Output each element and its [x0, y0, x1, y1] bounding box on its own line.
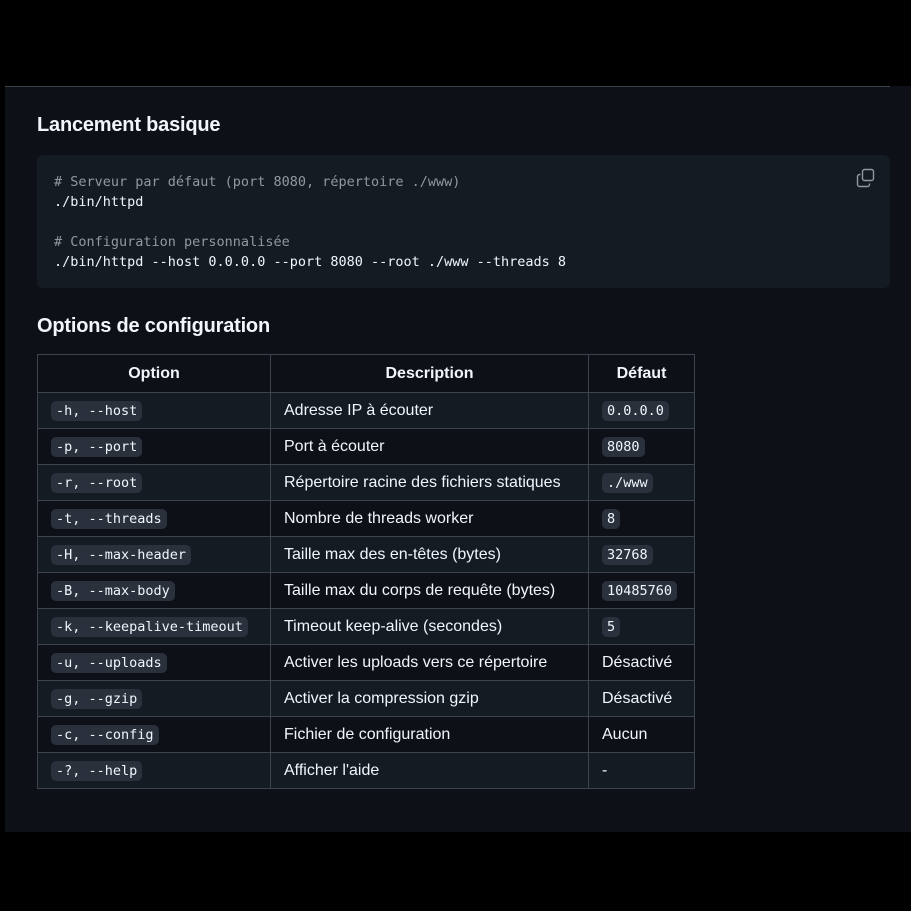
default-value: Désactivé	[602, 689, 673, 707]
option-description: Timeout keep-alive (secondes)	[284, 617, 503, 635]
default-cell: 8080	[588, 428, 695, 465]
default-cell: ./www	[588, 464, 695, 501]
code-block: # Serveur par défaut (port 8080, réperto…	[37, 155, 890, 288]
table-row: -B, --max-body Taille max du corps de req…	[37, 572, 695, 609]
default-cell: 10485760	[588, 572, 695, 609]
code-lines: # Serveur par défaut (port 8080, réperto…	[54, 172, 566, 272]
option-cell: -t, --threads	[37, 500, 271, 537]
description-cell: Activer les uploads vers ce répertoire	[270, 644, 589, 681]
header-default: Défaut	[588, 354, 695, 393]
option-cell: -g, --gzip	[37, 680, 271, 717]
default-value: 32768	[602, 544, 653, 565]
description-cell: Taille max du corps de requête (bytes)	[270, 572, 589, 609]
option-description: Taille max des en-têtes (bytes)	[284, 545, 501, 563]
table-row: -H, --max-header Taille max des en-têtes …	[37, 536, 695, 573]
header-option: Option	[37, 354, 271, 393]
table-row: -?, --help Afficher l'aide -	[37, 752, 695, 789]
option-flag: -?, --help	[51, 760, 143, 781]
option-flag: -H, --max-header	[51, 544, 192, 565]
description-cell: Répertoire racine des fichiers statiques	[270, 464, 589, 501]
options-table-body: -h, --host Adresse IP à écouter 0.0.0.0 -p,…	[37, 392, 695, 789]
code-line-command: ./bin/httpd --host 0.0.0.0 --port 8080 -…	[54, 254, 567, 270]
option-description: Répertoire racine des fichiers statiques	[284, 473, 561, 491]
option-cell: -c, --config	[37, 716, 271, 753]
section-divider	[5, 86, 890, 87]
table-row: -k, --keepalive-timeout Timeout keep-aliv…	[37, 608, 695, 645]
table-header-row: Option Description Défaut	[37, 354, 695, 393]
table-row: -u, --uploads Activer les uploads vers ce…	[37, 644, 695, 681]
heading-basic-launch: Lancement basique	[37, 114, 221, 136]
table-row: -c, --config Fichier de configuration Aucu…	[37, 716, 695, 753]
option-description: Afficher l'aide	[284, 761, 380, 779]
code-line-comment: # Configuration personnalisée	[54, 234, 290, 250]
option-flag: -t, --threads	[51, 508, 167, 529]
markdown-document: Lancement basique # Serveur par défaut (…	[5, 86, 911, 832]
table-row: -p, --port Port à écouter 8080	[37, 428, 695, 465]
default-value: Aucun	[602, 725, 648, 743]
default-value: Désactivé	[602, 653, 673, 671]
table-row: -t, --threads Nombre de threads worker 8	[37, 500, 695, 537]
table-row: -r, --root Répertoire racine des fichiers…	[37, 464, 695, 501]
description-cell: Timeout keep-alive (secondes)	[270, 608, 589, 645]
option-flag: -c, --config	[51, 724, 159, 745]
default-value: ./www	[602, 472, 653, 493]
description-cell: Adresse IP à écouter	[270, 392, 589, 429]
description-cell: Activer la compression gzip	[270, 680, 589, 717]
option-cell: -h, --host	[37, 392, 271, 429]
default-value: 8	[602, 508, 621, 529]
option-description: Port à écouter	[284, 437, 385, 455]
option-flag: -r, --root	[51, 472, 143, 493]
options-table: Option Description Défaut -h, --host Adre…	[37, 354, 695, 789]
copy-button[interactable]	[856, 168, 876, 188]
header-description: Description	[270, 354, 589, 393]
option-cell: -p, --port	[37, 428, 271, 465]
option-flag: -g, --gzip	[51, 688, 143, 709]
default-cell: 8	[588, 500, 695, 537]
option-cell: -k, --keepalive-timeout	[37, 608, 271, 645]
option-description: Nombre de threads worker	[284, 509, 474, 527]
option-flag: -h, --host	[51, 400, 143, 421]
table-row: -h, --host Adresse IP à écouter 0.0.0.0	[37, 392, 695, 429]
option-description: Taille max du corps de requête (bytes)	[284, 581, 556, 599]
description-cell: Taille max des en-têtes (bytes)	[270, 536, 589, 573]
option-cell: -H, --max-header	[37, 536, 271, 573]
option-cell: -u, --uploads	[37, 644, 271, 681]
code-line-command: ./bin/httpd	[54, 194, 144, 210]
option-description: Fichier de configuration	[284, 725, 451, 743]
description-cell: Port à écouter	[270, 428, 589, 465]
default-value: 10485760	[602, 580, 678, 601]
default-value: 5	[602, 616, 621, 637]
table-row: -g, --gzip Activer la compression gzip Dés…	[37, 680, 695, 717]
code-line-comment: # Serveur par défaut (port 8080, réperto…	[54, 174, 461, 190]
default-cell: 5	[588, 608, 695, 645]
default-cell: 0.0.0.0	[588, 392, 695, 429]
option-cell: -B, --max-body	[37, 572, 271, 609]
option-flag: -u, --uploads	[51, 652, 167, 673]
option-cell: -?, --help	[37, 752, 271, 789]
heading-config-options: Options de configuration	[37, 315, 270, 337]
default-cell: Désactivé	[588, 644, 695, 681]
option-cell: -r, --root	[37, 464, 271, 501]
option-flag: -B, --max-body	[51, 580, 175, 601]
option-flag: -p, --port	[51, 436, 143, 457]
default-value: -	[602, 761, 608, 779]
default-cell: Désactivé	[588, 680, 695, 717]
copy-icon	[856, 168, 875, 188]
option-description: Adresse IP à écouter	[284, 401, 434, 419]
description-cell: Nombre de threads worker	[270, 500, 589, 537]
default-cell: 32768	[588, 536, 695, 573]
default-value: 8080	[602, 436, 645, 457]
description-cell: Fichier de configuration	[270, 716, 589, 753]
default-cell: Aucun	[588, 716, 695, 753]
option-description: Activer la compression gzip	[284, 689, 479, 707]
default-cell: -	[588, 752, 695, 789]
option-flag: -k, --keepalive-timeout	[51, 616, 248, 637]
default-value: 0.0.0.0	[602, 400, 669, 421]
description-cell: Afficher l'aide	[270, 752, 589, 789]
option-description: Activer les uploads vers ce répertoire	[284, 653, 548, 671]
